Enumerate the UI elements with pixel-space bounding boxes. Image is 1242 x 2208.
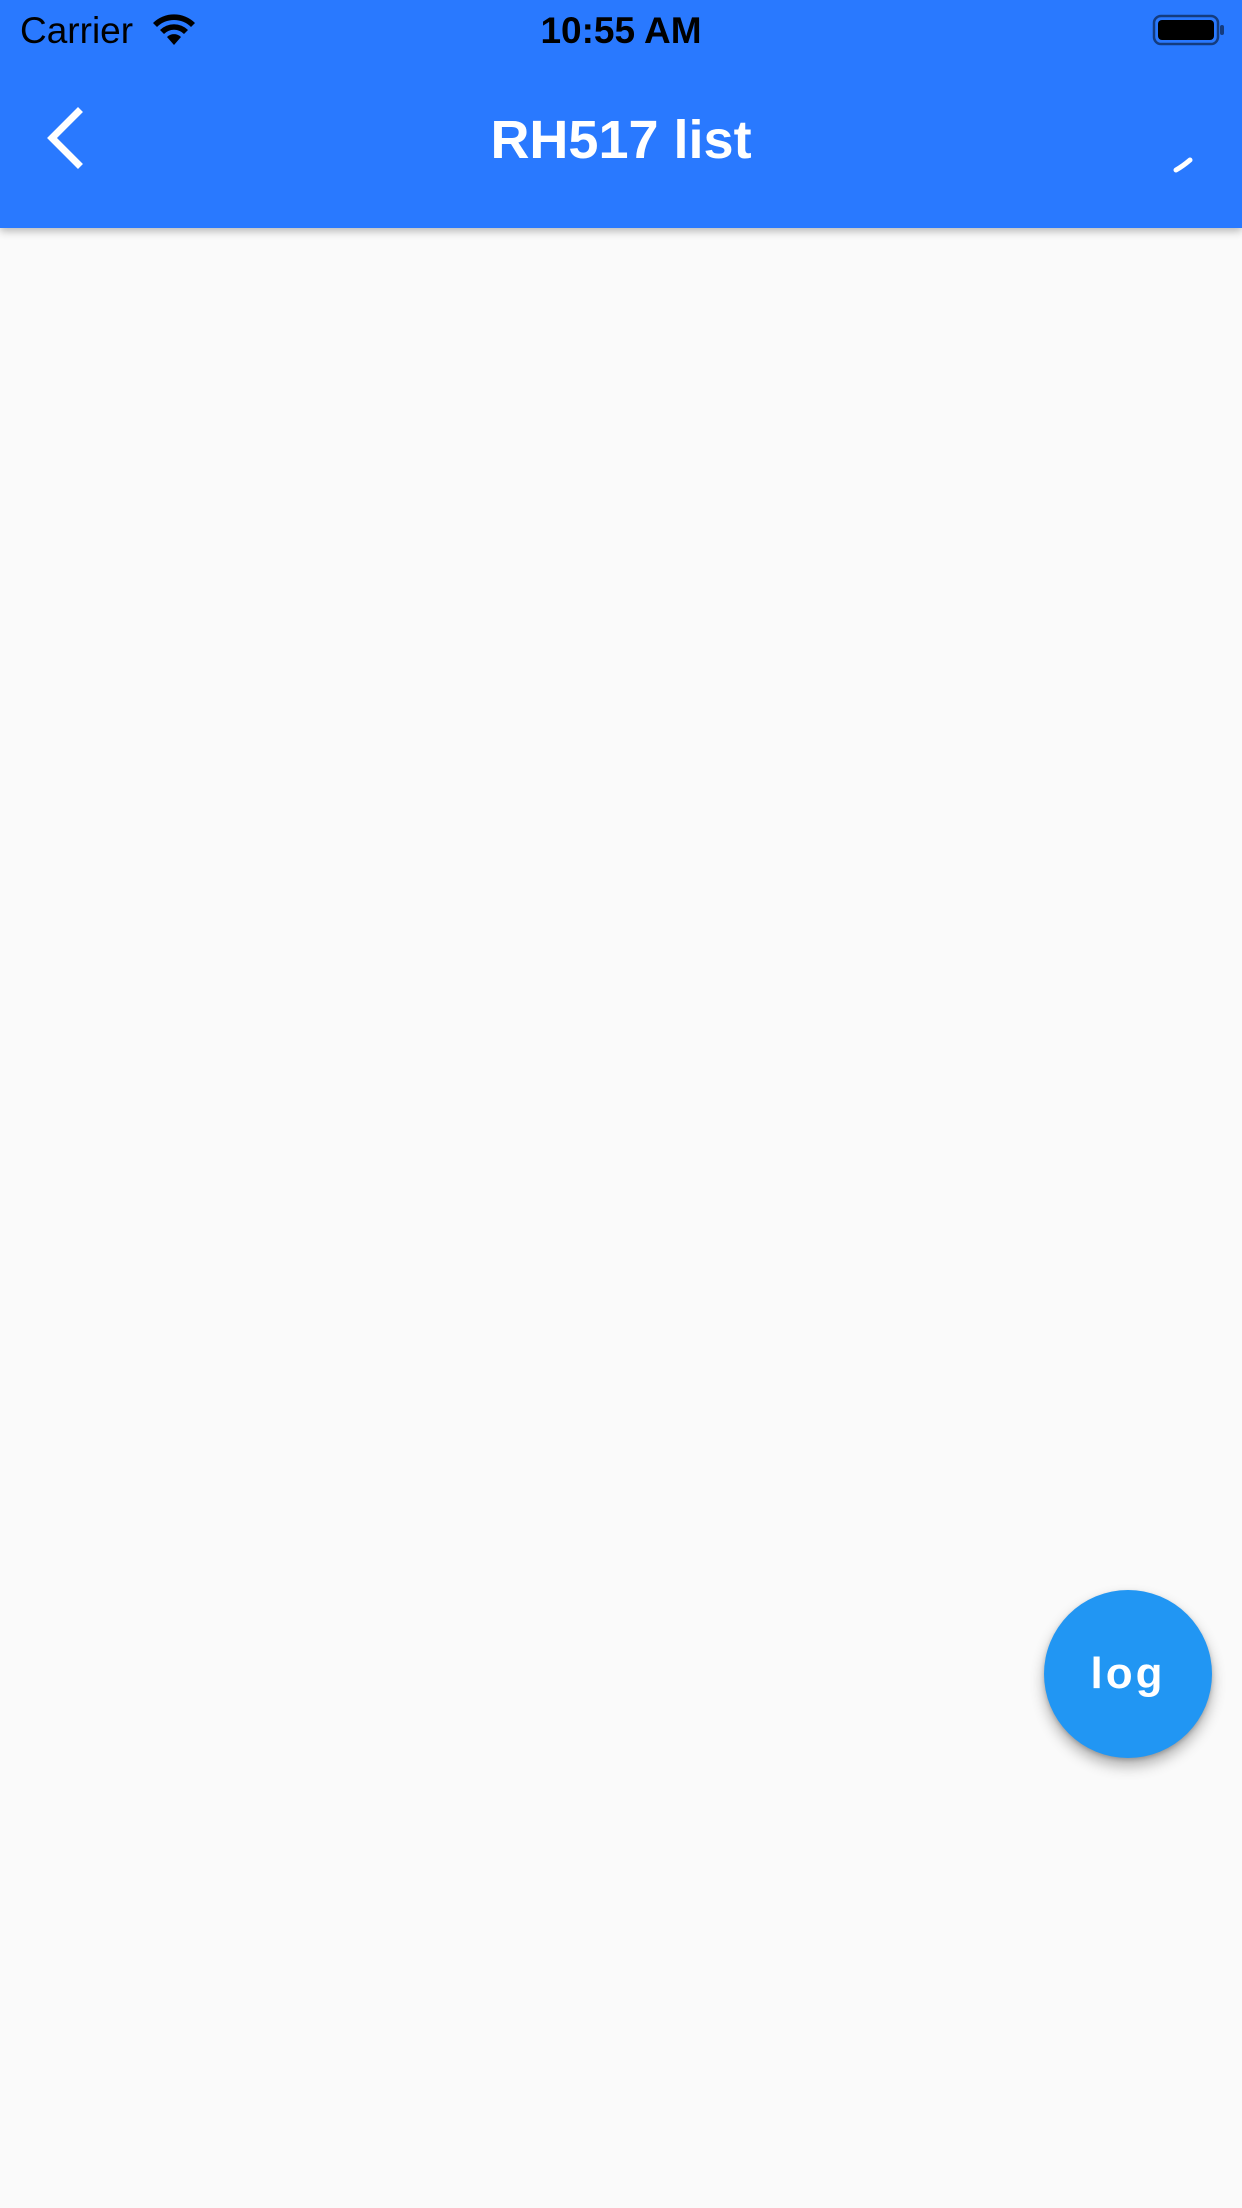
loading-indicator-icon[interactable] [1150,128,1210,188]
page-title: RH517 list [490,110,752,170]
log-button[interactable]: log [1044,1590,1212,1758]
app-bar: Carrier 10:55 AM RH517 list [0,0,1242,228]
log-button-label: log [1090,1649,1166,1698]
status-bar: Carrier 10:55 AM [0,0,1242,62]
screen: Carrier 10:55 AM RH517 list log [0,0,1242,2208]
list-body [0,228,1242,2208]
battery-icon [1152,14,1224,46]
status-time: 10:55 AM [540,10,702,51]
